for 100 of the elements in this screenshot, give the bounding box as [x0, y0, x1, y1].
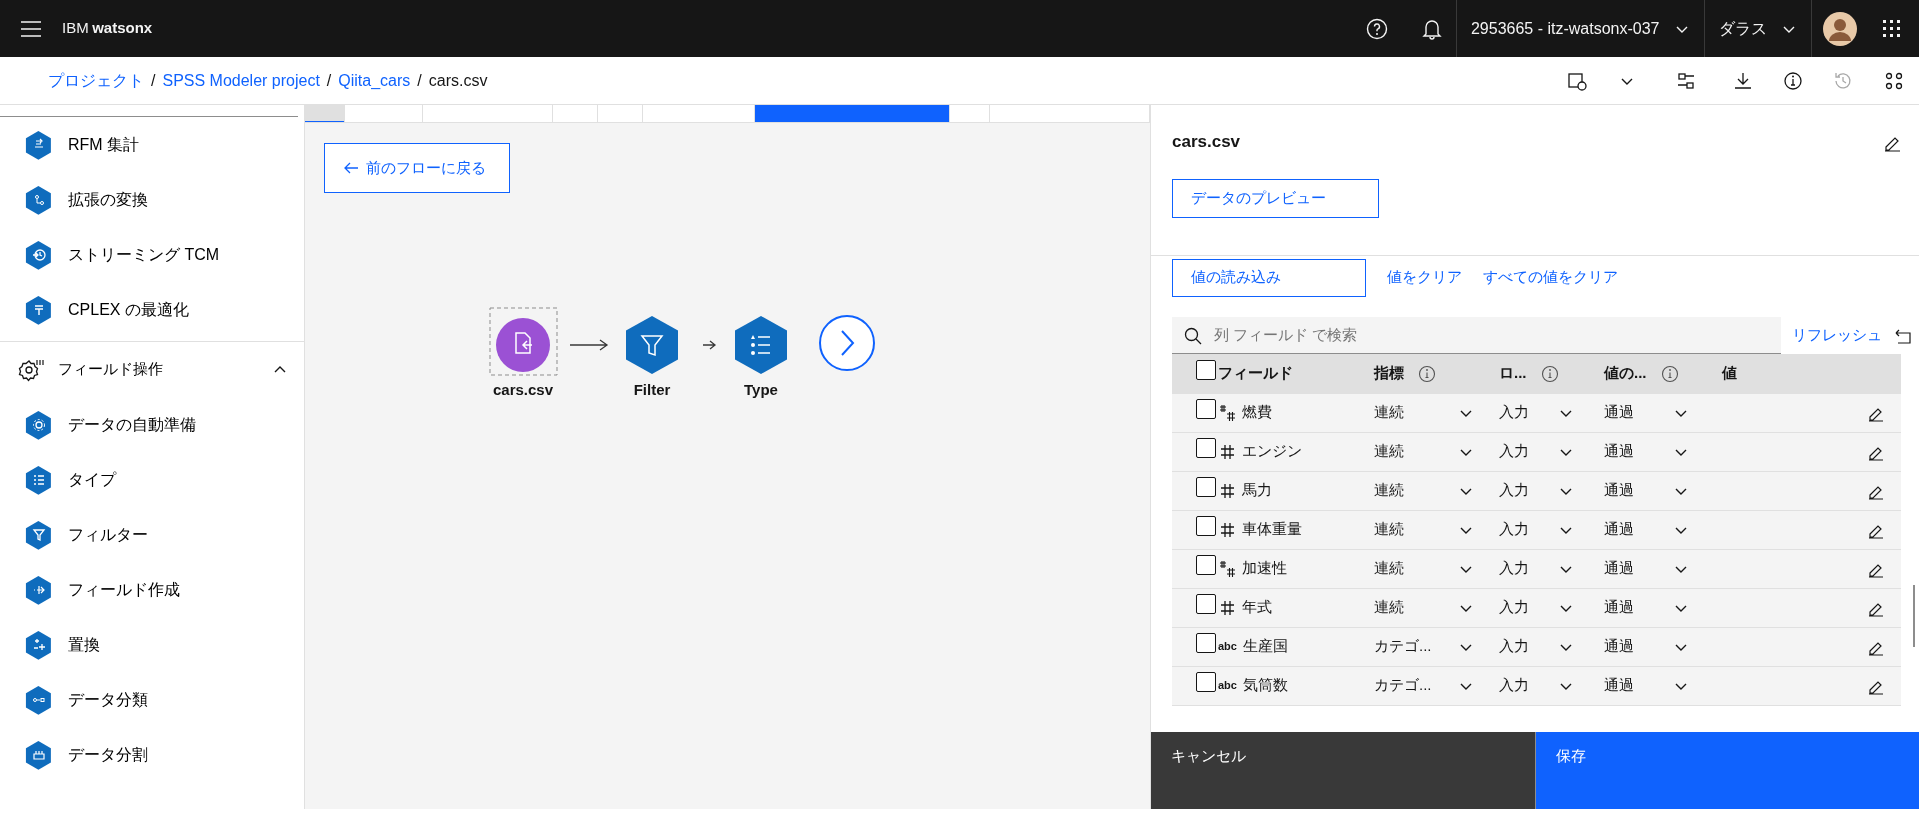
breadcrumb-current: cars.csv — [428, 70, 488, 91]
value-mode-dropdown[interactable]: 通過 — [1604, 440, 1689, 463]
role-dropdown[interactable]: 入力 — [1499, 401, 1574, 424]
palette-item[interactable]: RFM 集計 — [0, 117, 304, 172]
role-dropdown[interactable]: 入力 — [1499, 674, 1574, 697]
value-mode-dropdown[interactable]: 通過 — [1604, 557, 1689, 580]
select-all-checkbox[interactable] — [1196, 360, 1216, 381]
connector-arrow — [569, 339, 609, 351]
breadcrumb-separator: / — [151, 70, 156, 91]
column-header: 指標 — [1374, 363, 1404, 384]
role-dropdown[interactable]: 入力 — [1499, 479, 1574, 502]
palette-item[interactable]: データ分類 — [0, 672, 304, 727]
node-label: Type — [744, 381, 778, 398]
download-icon — [1733, 70, 1753, 91]
field-name: 馬力 — [1242, 480, 1272, 501]
cancel-button[interactable]: キャンセル — [1151, 732, 1536, 809]
refresh-link[interactable]: リフレッシュ — [1788, 322, 1885, 348]
sliders-icon — [1677, 70, 1697, 91]
node-label: Filter — [633, 381, 671, 398]
hexagon-node-icon — [24, 684, 54, 715]
value-mode-dropdown[interactable]: 通過 — [1604, 518, 1689, 541]
load-values-button[interactable]: 値の読み込み — [1172, 258, 1366, 297]
column-header: 値の... — [1604, 363, 1647, 384]
measure-dropdown[interactable]: 連続 — [1374, 401, 1474, 424]
info-icon — [1783, 70, 1803, 91]
clear-link[interactable]: すべての値をクリア — [1483, 265, 1618, 290]
palette-item[interactable]: 拡張の変換 — [0, 172, 304, 227]
region-switcher[interactable]: ダラス — [1704, 0, 1811, 57]
breadcrumb-link[interactable]: SPSS Modeler project — [162, 68, 320, 93]
row-checkbox[interactable] — [1196, 516, 1216, 537]
brand-prefix: IBM — [62, 18, 89, 39]
role-dropdown[interactable]: 入力 — [1499, 635, 1574, 658]
hexagon-node-icon — [24, 574, 54, 605]
field-name: 年式 — [1242, 597, 1272, 618]
hexagon-node-icon — [24, 629, 54, 660]
hexagon-node-icon — [24, 464, 54, 495]
value-mode-dropdown[interactable]: 通過 — [1604, 479, 1689, 502]
palette-item[interactable]: タイプ — [0, 452, 304, 507]
hexagon-node-icon — [24, 409, 54, 440]
breadcrumb-separator: / — [417, 70, 422, 91]
type-node[interactable] — [735, 316, 787, 374]
preview-button[interactable]: データのプレビュー — [1172, 178, 1379, 218]
node-label: cars.csv — [492, 381, 554, 398]
value-mode-dropdown[interactable]: 通過 — [1604, 596, 1689, 619]
palette-item[interactable]: フィールド作成 — [0, 562, 304, 617]
category-header[interactable]: フィールド操作 — [0, 342, 304, 397]
source-node[interactable] — [496, 318, 550, 372]
measure-dropdown[interactable]: 連続 — [1374, 440, 1474, 463]
row-checkbox[interactable] — [1196, 438, 1216, 459]
measure-dropdown[interactable]: カテゴ... — [1374, 635, 1474, 658]
field-name: 生産国 — [1242, 636, 1288, 657]
palette-item[interactable]: フィルター — [0, 507, 304, 562]
breadcrumb-separator: / — [326, 70, 332, 91]
canvas-toolbar[interactable] — [305, 105, 1150, 123]
hash-icon — [1218, 442, 1236, 461]
hexagon-node-icon — [24, 239, 54, 270]
measure-dropdown[interactable]: 連続 — [1374, 596, 1474, 619]
row-checkbox[interactable] — [1196, 477, 1216, 498]
role-dropdown[interactable]: 入力 — [1499, 557, 1574, 580]
measure-dropdown[interactable]: 連続 — [1374, 518, 1474, 541]
menu-icon — [21, 20, 41, 37]
role-dropdown[interactable]: 入力 — [1499, 518, 1574, 541]
back-button[interactable]: 前のフローに戻る — [324, 143, 510, 193]
row-checkbox[interactable] — [1196, 594, 1216, 615]
measure-dropdown[interactable]: カテゴ... — [1374, 674, 1474, 697]
nodes-icon — [1884, 70, 1904, 91]
field-name: エンジン — [1242, 441, 1302, 462]
value-mode-dropdown[interactable]: 通過 — [1604, 635, 1689, 658]
row-checkbox[interactable] — [1196, 633, 1216, 654]
brand-logo[interactable]: IBM watsonx — [62, 17, 153, 40]
palette-item[interactable]: ストリーミング TCM — [0, 227, 304, 282]
search-field[interactable]: 列 フィールド で検索 — [1172, 316, 1781, 354]
hexagon-node-icon — [24, 129, 54, 160]
value-mode-dropdown[interactable]: 通過 — [1604, 401, 1689, 424]
save-button[interactable]: 保存 — [1536, 732, 1919, 809]
clear-link[interactable]: 値をクリア — [1387, 265, 1462, 290]
hash-icon — [1218, 598, 1236, 617]
palette-item[interactable]: データ分割 — [0, 727, 304, 782]
column-header: フィールド — [1218, 363, 1293, 384]
role-dropdown[interactable]: 入力 — [1499, 440, 1574, 463]
type-indicator: abc — [1218, 678, 1237, 694]
breadcrumb-link[interactable]: プロジェクト — [48, 68, 144, 93]
field-name: 加速性 — [1242, 558, 1287, 579]
arrow-left-icon — [343, 161, 359, 175]
value-mode-dropdown[interactable]: 通過 — [1604, 674, 1689, 697]
row-checkbox[interactable] — [1196, 672, 1216, 693]
palette-item[interactable]: データの自動準備 — [0, 397, 304, 452]
account-switcher[interactable]: 2953665 - itz-watsonx-037 — [1456, 0, 1704, 57]
measure-dropdown[interactable]: 連続 — [1374, 479, 1474, 502]
measure-dropdown[interactable]: 連続 — [1374, 557, 1474, 580]
history-icon — [1833, 70, 1853, 91]
palette-item[interactable]: 置換 — [0, 617, 304, 672]
next-button[interactable] — [819, 315, 875, 371]
palette-item[interactable]: CPLEX の最適化 — [0, 282, 304, 337]
row-checkbox[interactable] — [1196, 399, 1216, 420]
row-checkbox[interactable] — [1196, 555, 1216, 576]
breadcrumb-link[interactable]: Qiita_cars — [338, 68, 411, 93]
role-dropdown[interactable]: 入力 — [1499, 596, 1574, 619]
decimal-hash-icon — [1218, 403, 1236, 422]
filter-node[interactable] — [626, 316, 678, 374]
